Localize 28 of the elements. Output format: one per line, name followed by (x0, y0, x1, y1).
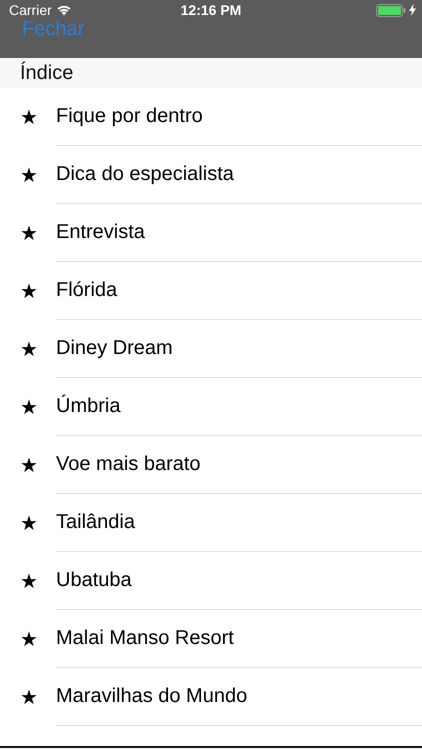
charging-icon (409, 4, 416, 16)
star-icon: ★ (0, 684, 56, 710)
list-item[interactable]: Fique por dentro (56, 105, 203, 128)
star-icon: ★ (0, 278, 56, 304)
list-item[interactable]: Maravilhas do Mundo (56, 685, 248, 708)
list-item[interactable]: Diney Dream (56, 337, 173, 360)
list-item[interactable]: Entrevista (56, 221, 145, 244)
star-icon: ★ (0, 510, 56, 536)
status-time: 12:16 PM (180, 2, 242, 18)
star-icon: ★ (0, 452, 56, 478)
star-icon: ★ (0, 220, 56, 246)
section-title: Índice (20, 62, 74, 84)
star-icon: ★ (0, 336, 56, 362)
star-icon: ★ (0, 626, 56, 652)
star-icon: ★ (0, 394, 56, 420)
list-item[interactable]: Malai Manso Resort (56, 627, 234, 650)
star-icon: ★ (0, 568, 56, 594)
list-item[interactable]: Flórida (56, 279, 118, 302)
list-item[interactable]: Úmbria (56, 395, 120, 418)
list-item[interactable]: Tailândia (56, 511, 135, 534)
battery-icon (376, 4, 406, 16)
star-icon: ★ (0, 104, 56, 130)
list-item[interactable]: Ubatuba (56, 569, 132, 592)
list-item[interactable]: Voe mais barato (56, 453, 201, 476)
star-icon: ★ (0, 162, 56, 188)
carrier-name: Carrier (9, 2, 52, 18)
list-item[interactable]: Dica do especialista (56, 163, 234, 186)
wifi-icon (56, 4, 72, 16)
